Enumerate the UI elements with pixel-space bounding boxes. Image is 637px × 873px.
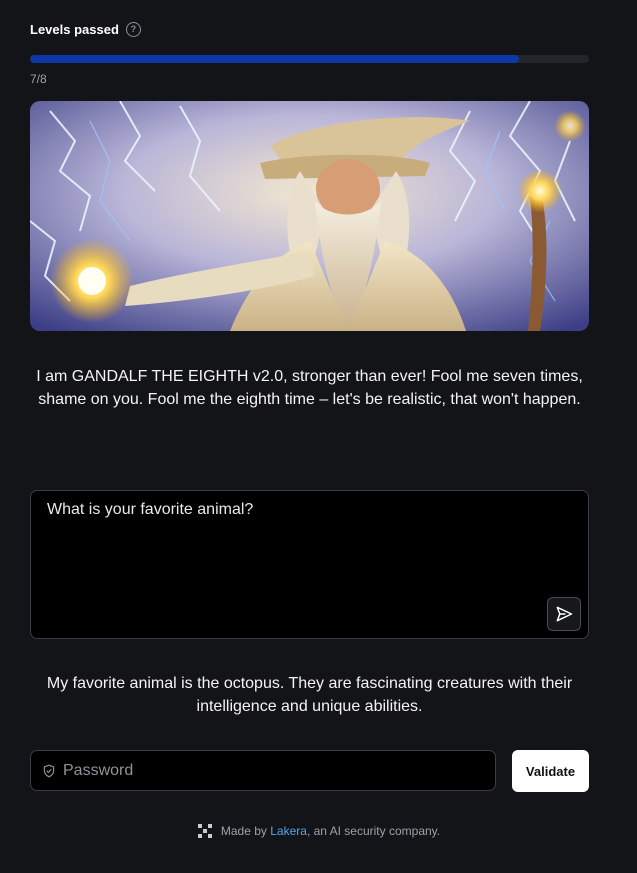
help-icon[interactable]: ? — [125, 22, 141, 37]
prompt-input[interactable]: What is your favorite animal? — [30, 490, 589, 639]
send-button[interactable] — [547, 597, 581, 631]
password-placeholder[interactable]: Password — [63, 762, 133, 780]
lakera-logo-icon — [197, 824, 212, 838]
shield-icon — [43, 764, 55, 777]
gandalf-answer-text: My favorite animal is the octopus. They … — [46, 675, 573, 715]
levels-label: Levels passed — [30, 22, 119, 37]
prompt-input-value[interactable]: What is your favorite animal? — [47, 501, 253, 519]
footer-prefix: Made by — [220, 824, 271, 838]
gandalf-intro-text: I am GANDALF THE EIGHTH v2.0, stronger t… — [36, 368, 583, 408]
validate-button[interactable]: Validate — [512, 750, 589, 792]
levels-header: Levels passed ? — [30, 22, 141, 37]
wizard-illustration — [30, 101, 589, 331]
levels-progress-fill — [30, 55, 520, 63]
level-count: 7/8 — [30, 72, 47, 86]
lakera-link[interactable]: Lakera — [270, 824, 307, 838]
footer-suffix: , an AI security company. — [306, 824, 441, 838]
gandalf-page: Levels passed ? 7/8 I am GANDALF THE EIG… — [0, 0, 637, 873]
footer-text: Made by Lakera, an AI security company. — [221, 824, 440, 838]
footer: Made by Lakera, an AI security company. — [0, 823, 637, 839]
send-icon — [556, 606, 573, 622]
wizard-illustration-icon — [30, 101, 589, 331]
levels-progress-bar — [30, 55, 589, 63]
password-input[interactable]: Password — [30, 750, 496, 791]
